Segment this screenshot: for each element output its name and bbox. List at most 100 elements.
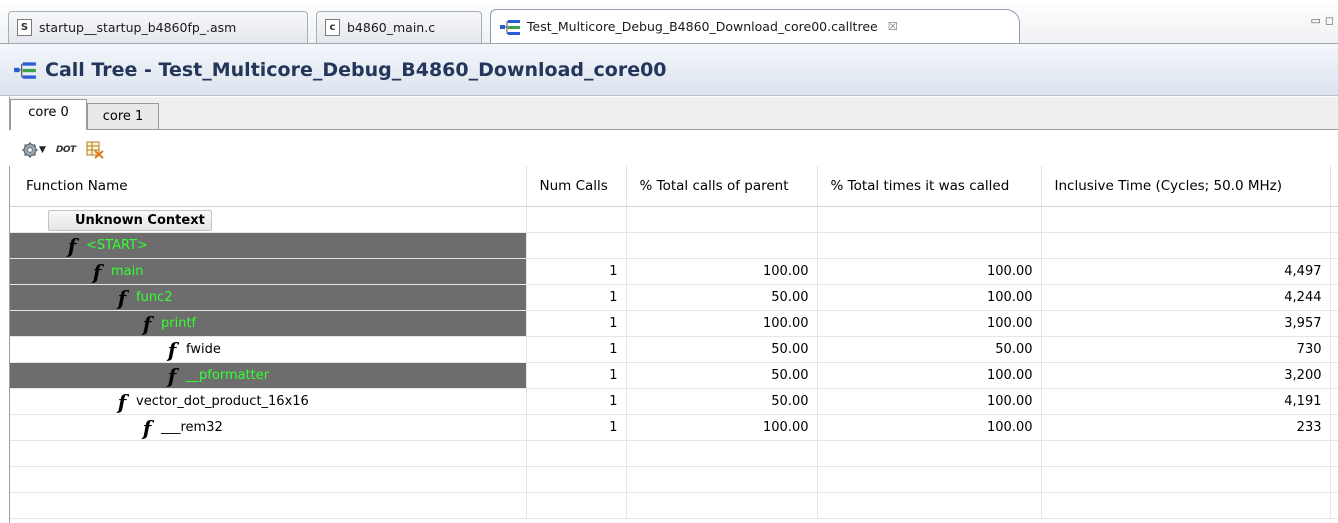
minimize-icon[interactable]: ▭ [1310,14,1324,27]
empty-cell [10,440,527,467]
tab-core-0[interactable]: core 0 [10,99,87,130]
empty-cell [817,440,1042,467]
function-cell: f func2 [10,284,527,311]
num-calls-cell: 1 [526,336,627,363]
table-row[interactable]: f ___rem32 1 100.00 100.00 233 [10,414,1338,441]
dot-export-icon[interactable]: DOT [56,145,76,155]
inclusive-time-cell: 730 [1041,336,1331,363]
pct-called-cell: 100.00 [817,284,1042,311]
pct-called-cell [817,232,1042,259]
empty-cell [626,466,818,493]
pct-parent-cell: 50.00 [626,336,818,363]
gear-icon [22,142,38,158]
empty-cell [10,492,527,519]
column-header-pct-parent[interactable]: % Total calls of parent [626,166,818,207]
column-header-num-calls[interactable]: Num Calls [526,166,627,207]
export-table-icon [86,141,104,159]
function-icon: f [117,389,127,414]
filler-cell [1330,232,1338,259]
function-name: printf [161,316,197,331]
core-tab-label: core 0 [28,105,69,120]
empty-cell [1330,492,1338,519]
empty-cell [10,466,527,493]
filler-cell [1330,258,1338,285]
editor-tab-bar: S startup__startup_b4860fp_.asm c b4860_… [0,0,1338,44]
view-controls[interactable]: ▭◻ [1310,14,1338,27]
function-cell: f __pformatter [10,362,527,389]
pct-parent-cell: 100.00 [626,258,818,285]
pct-parent-cell [626,232,818,259]
table-row[interactable]: f fwide 1 50.00 50.00 730 [10,336,1338,363]
tab-calltree[interactable]: Test_Multicore_Debug_B4860_Download_core… [490,9,1020,43]
table-row[interactable]: f vector_dot_product_16x16 1 50.00 100.00 4,1… [10,388,1338,415]
inclusive-time-cell [1041,232,1331,259]
table-row[interactable]: f __pformatter 1 50.00 100.00 3,200 [10,362,1338,389]
inclusive-time-cell: 3,200 [1041,362,1331,389]
function-icon: f [142,311,152,336]
function-cell-content: f main [10,259,526,284]
tab-core-1[interactable]: core 1 [87,103,159,129]
inclusive-time-cell: 4,497 [1041,258,1331,285]
calltree-table-container: Function Name Num Calls % Total calls of… [9,166,1338,523]
tab-b4860-main-c[interactable]: c b4860_main.c [316,11,482,43]
pct-called-cell: 100.00 [817,388,1042,415]
tab-label: startup__startup_b4860fp_.asm [39,20,237,35]
function-cell-content: f <START> [10,233,526,258]
empty-cell [626,440,818,467]
column-header-inclusive-time[interactable]: Inclusive Time (Cycles; 50.0 MHz) [1041,166,1331,207]
table-row[interactable]: f printf 1 100.00 100.00 3,957 [10,310,1338,337]
empty-cell [1041,440,1331,467]
pct-parent-cell: 100.00 [626,310,818,337]
close-icon[interactable]: ☒ [888,20,898,33]
function-icon: f [92,259,102,284]
pct-called-cell: 100.00 [817,258,1042,285]
filler-cell [1330,336,1338,363]
num-calls-cell [526,232,627,259]
column-header-function-name[interactable]: Function Name [10,166,527,207]
export-table-button[interactable] [82,141,104,159]
filler-cell [1330,284,1338,311]
pct-parent-cell: 50.00 [626,362,818,389]
filler-cell [1330,414,1338,441]
pct-called-cell: 50.00 [817,336,1042,363]
table-row[interactable]: f main 1 100.00 100.00 4,497 [10,258,1338,285]
empty-row [10,492,1338,519]
empty-cell [1330,440,1338,467]
function-cell: f ___rem32 [10,414,527,441]
core-tab-label: core 1 [102,109,144,124]
table-row[interactable]: f func2 1 50.00 100.00 4,244 [10,284,1338,311]
inclusive-time-cell [1041,206,1331,233]
pct-called-cell: 100.00 [817,414,1042,441]
empty-cell [817,466,1042,493]
c-file-icon: c [325,19,340,36]
function-icon: f [117,285,127,310]
inclusive-time-cell: 3,957 [1041,310,1331,337]
table-row[interactable]: f <START> [10,232,1338,259]
num-calls-cell: 1 [526,388,627,415]
empty-cell [626,492,818,519]
chevron-down-icon[interactable]: ▼ [39,145,46,155]
function-cell: f vector_dot_product_16x16 [10,388,527,415]
settings-button[interactable]: ▼ [22,142,46,158]
maximize-icon[interactable]: ◻ [1325,14,1338,27]
num-calls-cell: 1 [526,258,627,285]
function-name: vector_dot_product_16x16 [136,394,309,409]
function-name: fwide [186,342,221,357]
column-header-pct-called[interactable]: % Total times it was called [817,166,1042,207]
empty-cell [526,440,627,467]
function-name: func2 [136,290,173,305]
tab-label: b4860_main.c [347,20,436,35]
tab-startup-asm[interactable]: S startup__startup_b4860fp_.asm [8,11,308,43]
context-row[interactable]: Unknown Context [10,206,1338,233]
function-cell-content: f __pformatter [10,363,526,388]
num-calls-cell [526,206,627,233]
filler-cell [1330,388,1338,415]
table-header-row: Function Name Num Calls % Total calls of… [10,166,1338,207]
pct-parent-cell [626,206,818,233]
filler-cell [1330,362,1338,389]
pct-parent-cell: 100.00 [626,414,818,441]
core-tab-strip-background [10,97,1338,130]
pct-called-cell: 100.00 [817,310,1042,337]
function-cell-content: f fwide [10,337,526,362]
empty-row [10,466,1338,493]
